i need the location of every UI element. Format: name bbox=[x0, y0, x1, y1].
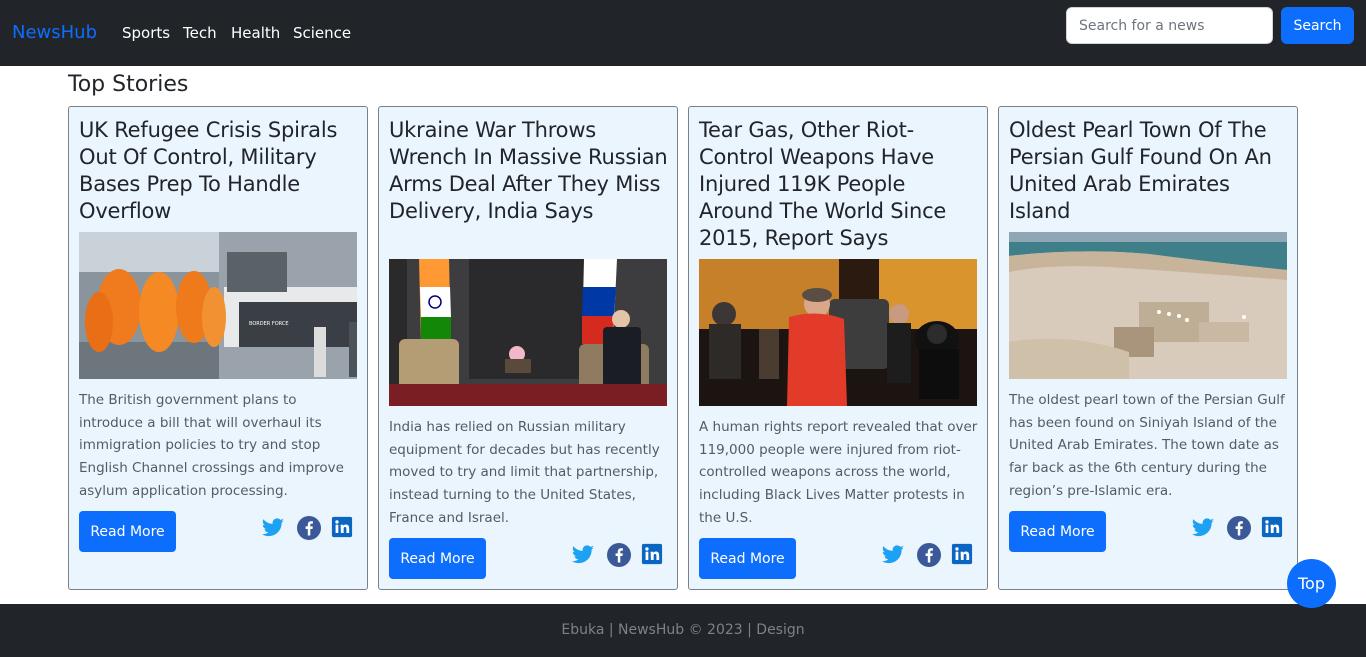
news-card: Tear Gas, Other Riot-Control Weapons Hav… bbox=[688, 106, 988, 590]
card-image-india-russia bbox=[389, 259, 667, 406]
brand-logo[interactable]: NewsHub bbox=[12, 22, 97, 43]
linkedin-icon[interactable] bbox=[1261, 516, 1285, 540]
nav-link-sports[interactable]: Sports bbox=[122, 24, 170, 42]
news-card: UK Refugee Crisis Spirals Out Of Control… bbox=[68, 106, 368, 590]
card-text: A human rights report revealed that over… bbox=[699, 419, 978, 526]
read-more-button[interactable]: Read More bbox=[79, 511, 176, 552]
facebook-icon[interactable] bbox=[297, 516, 321, 540]
news-card: Oldest Pearl Town Of The Persian Gulf Fo… bbox=[998, 106, 1298, 590]
facebook-icon[interactable] bbox=[607, 543, 631, 567]
card-image-riot bbox=[699, 259, 977, 406]
card-text: India has relied on Russian military equ… bbox=[389, 419, 660, 526]
linkedin-icon[interactable] bbox=[641, 543, 665, 567]
read-more-button[interactable]: Read More bbox=[389, 538, 486, 579]
read-more-button[interactable]: Read More bbox=[699, 538, 796, 579]
twitter-icon[interactable] bbox=[1191, 516, 1215, 540]
read-more-button[interactable]: Read More bbox=[1009, 511, 1106, 552]
nav-link-tech[interactable]: Tech bbox=[183, 24, 217, 42]
card-title: UK Refugee Crisis Spirals Out Of Control… bbox=[79, 118, 338, 223]
footer-text: Ebuka | NewsHub © 2023 | Design bbox=[561, 622, 805, 638]
card-text: The British government plans to introduc… bbox=[79, 392, 344, 499]
twitter-icon[interactable] bbox=[881, 543, 905, 567]
card-title: Tear Gas, Other Riot-Control Weapons Hav… bbox=[699, 118, 947, 250]
card-image-refugees: BORDER FORCE bbox=[79, 232, 357, 379]
nav-link-health[interactable]: Health bbox=[231, 24, 280, 42]
nav-link-science[interactable]: Science bbox=[293, 24, 351, 42]
image-sign-text: BORDER FORCE bbox=[249, 321, 289, 327]
card-image-pearl-town bbox=[1009, 232, 1287, 379]
linkedin-icon[interactable] bbox=[951, 543, 975, 567]
twitter-icon[interactable] bbox=[571, 543, 595, 567]
search-input[interactable] bbox=[1066, 7, 1273, 44]
linkedin-icon[interactable] bbox=[331, 516, 355, 540]
card-title: Ukraine War Throws Wrench In Massive Rus… bbox=[389, 118, 668, 223]
facebook-icon[interactable] bbox=[1227, 516, 1251, 540]
card-title: Oldest Pearl Town Of The Persian Gulf Fo… bbox=[1009, 118, 1272, 223]
back-to-top-button[interactable]: Top bbox=[1287, 559, 1336, 608]
twitter-icon[interactable] bbox=[261, 516, 285, 540]
footer: Ebuka | NewsHub © 2023 | Design bbox=[0, 604, 1366, 657]
search-button[interactable]: Search bbox=[1281, 7, 1354, 44]
navbar: NewsHub Sports Tech Health Science Searc… bbox=[0, 0, 1366, 66]
section-title: Top Stories bbox=[68, 72, 189, 97]
news-card: Ukraine War Throws Wrench In Massive Rus… bbox=[378, 106, 678, 590]
card-text: The oldest pearl town of the Persian Gul… bbox=[1009, 392, 1285, 499]
facebook-icon[interactable] bbox=[917, 543, 941, 567]
